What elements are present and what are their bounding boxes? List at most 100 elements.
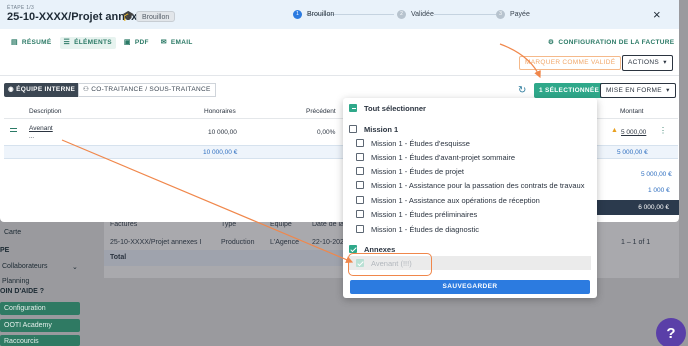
sidebar-section: PE — [0, 247, 10, 254]
eye-icon: ◉ — [8, 86, 14, 93]
selection-button[interactable]: 1 SÉLECTIONNÉE — [534, 83, 605, 98]
subtotal-honoraires: 10 000,00 € — [203, 149, 238, 156]
column-header-precedent[interactable]: Précédent — [306, 108, 336, 115]
save-button[interactable]: SAUVEGARDER — [350, 280, 590, 294]
tab-equipe-interne[interactable]: ◉ ÉQUIPE INTERNE — [4, 83, 80, 97]
group-checkbox[interactable] — [349, 245, 357, 253]
close-icon[interactable]: × — [653, 7, 661, 22]
email-icon: ✉ — [160, 39, 167, 46]
sidebar-collaborateurs[interactable]: Collaborateurs — [2, 263, 48, 270]
tab-email[interactable]: ✉ EMAIL — [157, 37, 197, 49]
option-item[interactable]: Mission 1 - Assistance pour la passation… — [356, 178, 584, 192]
actions-label: ACTIONS — [628, 59, 659, 66]
config-link-label: CONFIGURATION DE LA FACTURE — [558, 39, 675, 46]
group-label: Mission 1 — [364, 124, 399, 134]
tab-label: RÉSUMÉ — [21, 39, 52, 46]
option-label: Mission 1 - Assistance aux opérations de… — [371, 195, 540, 205]
total-tva: 1 000 € — [648, 187, 670, 194]
row-description[interactable]: Avenant — [29, 125, 53, 132]
modal-header: ÉTAPE 1/3 25-10-XXXX/Projet annexes I 🎓 … — [0, 0, 679, 29]
bg-cell-equipe: L'Agence — [270, 239, 299, 246]
tab-elements[interactable]: ☰ ÉLÉMENTS — [59, 37, 116, 49]
sidebar-raccourcis[interactable]: Raccourcis — [0, 335, 80, 346]
bg-total-label: Total — [110, 254, 127, 261]
option-item[interactable]: Mission 1 - Études de projet — [356, 164, 464, 178]
step-label: Validée — [411, 11, 434, 18]
annotation-highlight — [348, 253, 432, 276]
option-item[interactable]: Mission 1 - Études de diagnostic — [356, 222, 479, 236]
tab-pdf[interactable]: ▣ PDF — [120, 37, 153, 49]
option-item[interactable]: Mission 1 - Études d'esquisse — [356, 136, 470, 150]
option-checkbox[interactable] — [356, 225, 364, 233]
select-all-checkbox[interactable] — [349, 104, 357, 112]
column-header-honoraires[interactable]: Honoraires — [204, 108, 236, 115]
mark-validated-button[interactable]: MARQUER COMME VALIDÉ — [519, 56, 622, 70]
option-item[interactable]: Mission 1 - Assistance aux opérations de… — [356, 193, 540, 207]
more-options-icon[interactable]: ⋮ — [659, 126, 667, 135]
step-brouillon[interactable]: 1 Brouillon — [293, 9, 334, 20]
tab-label: PDF — [134, 39, 149, 46]
option-checkbox[interactable] — [356, 181, 364, 189]
step-label: Payée — [510, 11, 530, 18]
caret-down-icon: ▾ — [664, 87, 670, 94]
subtotal-montant: 5 000,00 € — [617, 149, 648, 156]
row-honoraires: 10 000,00 — [208, 129, 237, 136]
option-checkbox[interactable] — [356, 210, 364, 218]
chevron-down-icon[interactable]: ⌄ — [72, 263, 78, 271]
gear-icon: ⚙ — [548, 39, 555, 46]
background-invoice-table — [104, 220, 354, 278]
drag-handle-icon[interactable] — [10, 128, 17, 132]
option-checkbox[interactable] — [356, 196, 364, 204]
step-validee[interactable]: 2 Validée — [397, 9, 434, 20]
list-icon: ☰ — [63, 39, 71, 46]
background-sidebar: Carte PE Collaborateurs ⌄ Planning OIN D… — [0, 222, 86, 346]
step-payee[interactable]: 3 Payée — [496, 9, 530, 20]
segment-label: CO-TRAITANCE / SOUS-TRAITANCE — [91, 86, 211, 93]
bg-header-type: Type — [221, 221, 237, 228]
tab-label: ÉLÉMENTS — [74, 39, 112, 46]
sidebar-carte[interactable]: Carte — [4, 229, 21, 236]
tab-co-traitance[interactable]: ⚇ CO-TRAITANCE / SOUS-TRAITANCE — [78, 83, 216, 97]
group-checkbox[interactable] — [349, 125, 357, 133]
sidebar-help-title: OIN D'AIDE ? — [0, 288, 45, 295]
step-number: 1 — [293, 10, 302, 19]
sidebar-academy[interactable]: OOTI Academy — [0, 319, 80, 332]
divider — [0, 75, 679, 76]
total-ttc: 6 000,00 € — [638, 204, 669, 211]
actions-button[interactable]: ACTIONS ▾ — [622, 55, 673, 71]
bg-header-equipe: Équipe — [270, 221, 292, 228]
tab-resume[interactable]: ▤ RÉSUMÉ — [7, 37, 56, 49]
step-label: Brouillon — [307, 11, 335, 18]
option-checkbox[interactable] — [356, 139, 364, 147]
summary-icon: ▤ — [11, 39, 18, 46]
sidebar-configuration[interactable]: Configuration — [0, 302, 80, 315]
sidebar-planning[interactable]: Planning — [2, 278, 29, 285]
total-ttc-bar: 6 000,00 € — [585, 200, 679, 215]
graduation-cap-icon[interactable]: 🎓 — [122, 11, 134, 22]
bg-total-row: Total — [104, 250, 354, 266]
select-all-option[interactable]: Tout sélectionner — [349, 101, 426, 115]
bg-cell-type: Production — [221, 239, 255, 246]
format-button[interactable]: MISE EN FORME ▾ — [600, 83, 676, 98]
column-header-montant[interactable]: Montant — [620, 108, 644, 115]
option-checkbox[interactable] — [356, 153, 364, 161]
warning-icon: ▲ — [611, 127, 618, 134]
refresh-icon[interactable]: ↻ — [518, 85, 526, 96]
invoice-config-link[interactable]: ⚙ CONFIGURATION DE LA FACTURE — [548, 38, 674, 46]
option-item[interactable]: Mission 1 - Études préliminaires — [356, 207, 477, 221]
option-label: Mission 1 - Études préliminaires — [371, 209, 478, 219]
status-badge: Brouillon — [136, 11, 176, 22]
help-button[interactable]: ? — [656, 318, 686, 346]
step-number: 3 — [496, 10, 505, 19]
column-header-description[interactable]: Description — [29, 108, 62, 115]
group-icon: ⚇ — [83, 86, 90, 93]
row-description-sub: ... — [29, 134, 35, 140]
bg-header-factures: Factures — [110, 221, 138, 228]
option-item[interactable]: Mission 1 - Études d'avant-projet sommai… — [356, 150, 515, 164]
tab-label: EMAIL — [170, 39, 193, 46]
step-number: 2 — [397, 10, 406, 19]
group-mission-1[interactable]: Mission 1 — [349, 122, 398, 136]
option-checkbox[interactable] — [356, 167, 364, 175]
row-montant[interactable]: 5 000,00 — [621, 129, 646, 136]
bg-cell-facture[interactable]: 25-10-XXXX/Projet annexes I — [110, 239, 201, 246]
